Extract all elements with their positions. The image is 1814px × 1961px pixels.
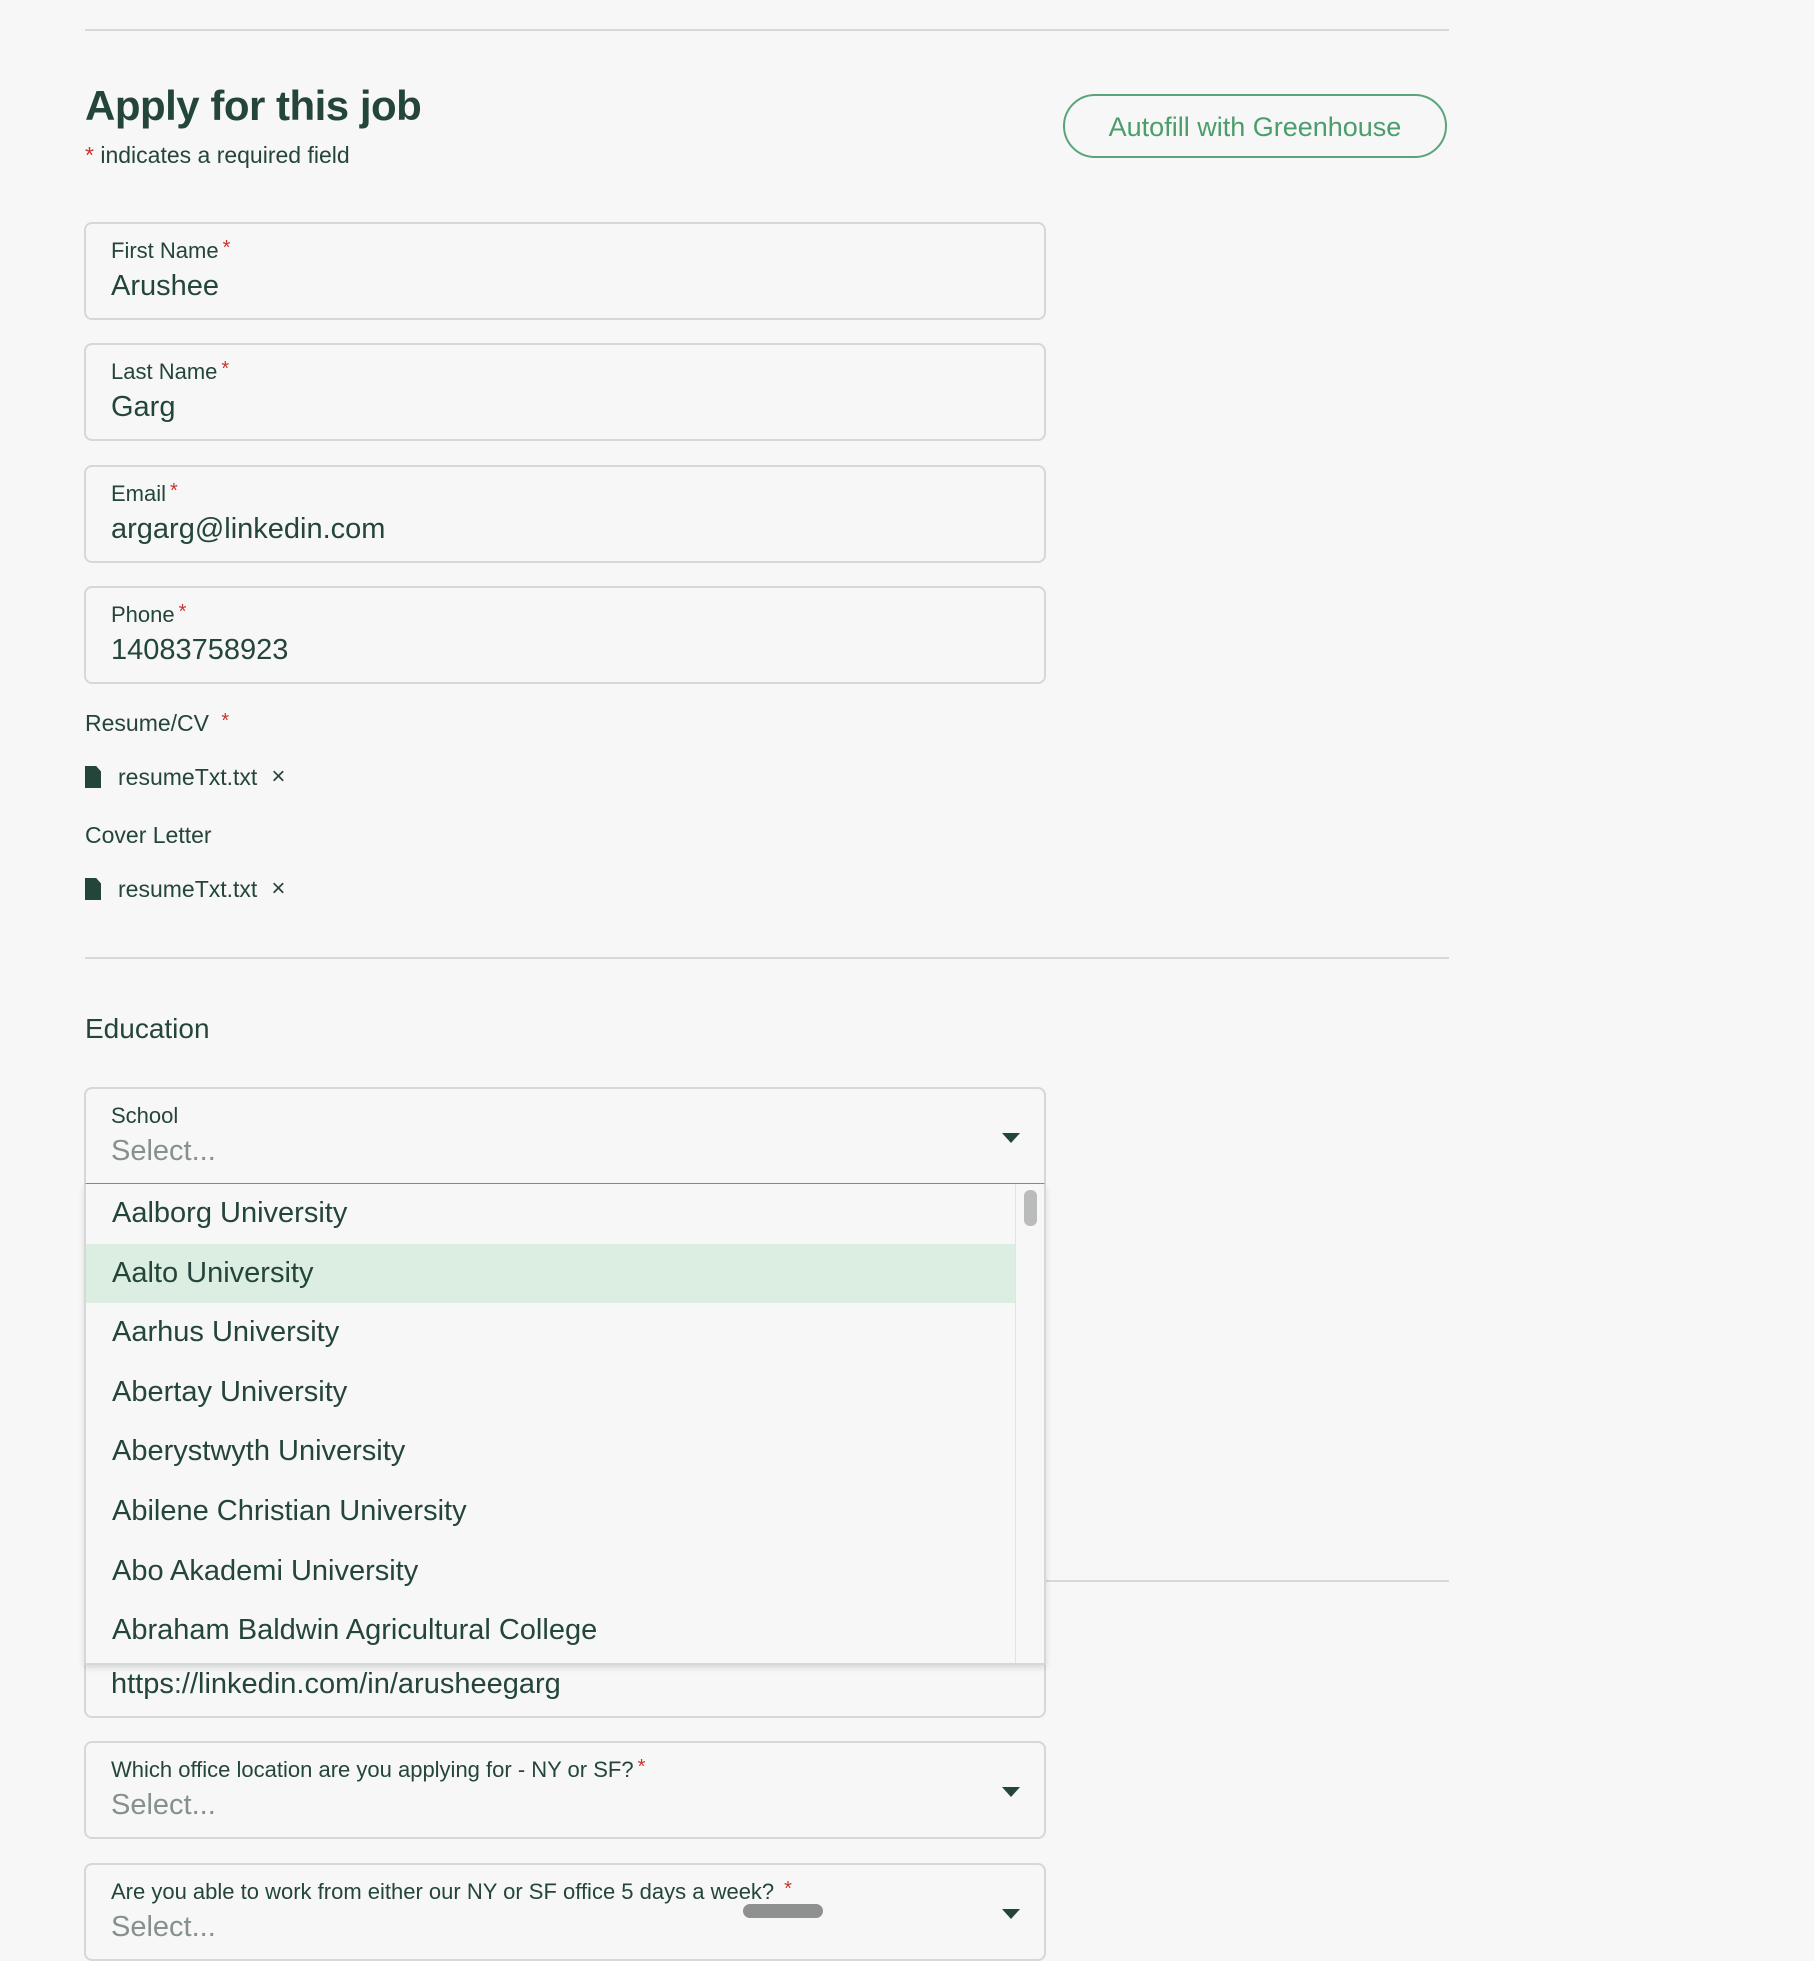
required-star: * bbox=[221, 710, 230, 732]
resume-file-name: resumeTxt.txt bbox=[118, 763, 258, 790]
page-title: Apply for this job bbox=[85, 82, 422, 129]
required-note-text: indicates a required field bbox=[100, 142, 350, 168]
required-note: * indicates a required field bbox=[85, 142, 350, 169]
phone-field[interactable]: Phone * 14083758923 bbox=[84, 586, 1046, 684]
five-days-placeholder[interactable]: Select... bbox=[111, 1911, 216, 1944]
cover-letter-file: resumeTxt.txt × bbox=[85, 874, 285, 904]
last-name-value[interactable]: Garg bbox=[111, 391, 175, 424]
top-divider bbox=[85, 29, 1449, 31]
school-option[interactable]: Abertay University bbox=[86, 1363, 1019, 1423]
school-option-highlighted[interactable]: Aalto University bbox=[86, 1243, 1019, 1304]
school-option[interactable]: Aalborg University bbox=[86, 1184, 1019, 1244]
office-location-label: Which office location are you applying f… bbox=[111, 1756, 646, 1783]
email-value[interactable]: argarg@linkedin.com bbox=[111, 513, 385, 546]
chevron-down-icon[interactable] bbox=[1002, 1909, 1020, 1919]
school-option[interactable]: Aberystwyth University bbox=[86, 1422, 1019, 1482]
school-option[interactable]: Aarhus University bbox=[86, 1303, 1019, 1363]
required-star: * bbox=[170, 480, 178, 502]
required-star: * bbox=[178, 601, 187, 623]
remove-cover-letter-icon[interactable]: × bbox=[271, 877, 285, 901]
school-label: School bbox=[111, 1103, 179, 1128]
school-placeholder[interactable]: Select... bbox=[111, 1135, 216, 1168]
first-name-label: First Name * bbox=[111, 237, 231, 264]
phone-label: Phone * bbox=[111, 601, 187, 628]
first-name-label-text: First Name bbox=[111, 238, 219, 263]
cover-letter-file-name: resumeTxt.txt bbox=[118, 875, 258, 902]
five-days-select[interactable]: Are you able to work from either our NY … bbox=[84, 1863, 1046, 1961]
office-location-select[interactable]: Which office location are you applying f… bbox=[84, 1741, 1046, 1839]
five-days-label-text: Are you able to work from either our NY … bbox=[111, 1879, 775, 1904]
required-star: * bbox=[784, 1878, 792, 1900]
remove-resume-icon[interactable]: × bbox=[271, 765, 285, 789]
school-select[interactable]: School Select... bbox=[84, 1087, 1046, 1185]
phone-label-text: Phone bbox=[111, 602, 175, 627]
required-star: * bbox=[222, 237, 231, 259]
required-star: * bbox=[221, 358, 230, 380]
dropdown-scroll-thumb[interactable] bbox=[1024, 1190, 1037, 1226]
school-option[interactable]: Abilene Christian University bbox=[86, 1482, 1019, 1542]
required-star: * bbox=[85, 142, 94, 168]
resume-label-text: Resume/CV bbox=[85, 710, 209, 736]
five-days-label: Are you able to work from either our NY … bbox=[111, 1878, 792, 1905]
first-name-field[interactable]: First Name * Arushee bbox=[84, 222, 1046, 320]
required-star: * bbox=[637, 1756, 646, 1778]
resume-label: Resume/CV * bbox=[85, 710, 229, 737]
office-location-placeholder[interactable]: Select... bbox=[111, 1789, 216, 1822]
page-scroll-indicator[interactable] bbox=[743, 1904, 823, 1918]
linkedin-value[interactable]: https://linkedin.com/in/arusheegarg bbox=[111, 1668, 561, 1701]
file-icon bbox=[85, 878, 101, 900]
chevron-down-icon[interactable] bbox=[1002, 1133, 1020, 1143]
school-options-list: Aalborg University Aalto University Aarh… bbox=[86, 1184, 1019, 1661]
school-option[interactable]: Abraham Baldwin Agricultural College bbox=[86, 1601, 1019, 1661]
email-label-text: Email bbox=[111, 481, 167, 506]
last-name-label: Last Name * bbox=[111, 358, 230, 385]
dropdown-scrollbar[interactable] bbox=[1015, 1184, 1044, 1663]
office-location-label-text: Which office location are you applying f… bbox=[111, 1757, 634, 1782]
file-icon bbox=[85, 766, 101, 788]
phone-value[interactable]: 14083758923 bbox=[111, 634, 288, 667]
school-option[interactable]: Abo Akademi University bbox=[86, 1542, 1019, 1602]
chevron-down-icon[interactable] bbox=[1002, 1787, 1020, 1797]
email-field[interactable]: Email * argarg@linkedin.com bbox=[84, 465, 1046, 563]
cover-letter-label: Cover Letter bbox=[85, 822, 212, 848]
first-name-value[interactable]: Arushee bbox=[111, 270, 219, 303]
section-divider bbox=[85, 957, 1449, 959]
resume-file: resumeTxt.txt × bbox=[85, 762, 285, 792]
education-heading: Education bbox=[85, 1013, 210, 1044]
email-label: Email * bbox=[111, 480, 178, 507]
last-name-label-text: Last Name bbox=[111, 359, 218, 384]
autofill-greenhouse-button[interactable]: Autofill with Greenhouse bbox=[1063, 94, 1447, 158]
last-name-field[interactable]: Last Name * Garg bbox=[84, 343, 1046, 441]
school-dropdown-menu[interactable]: Aalborg University Aalto University Aarh… bbox=[84, 1184, 1046, 1665]
